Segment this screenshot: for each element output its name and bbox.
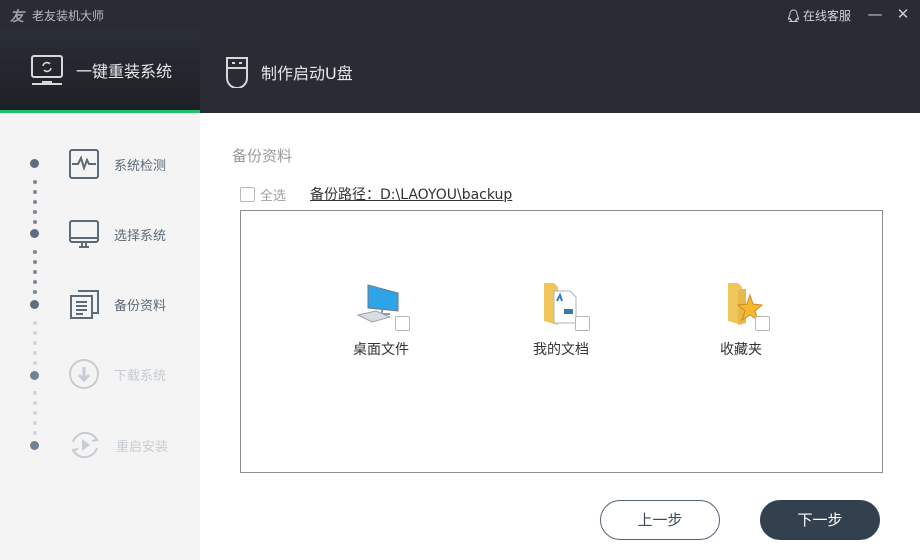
- step-dot: [30, 371, 39, 380]
- step-connector-dot: [33, 290, 37, 294]
- step-connector-dot: [33, 200, 37, 204]
- step-label: 下载系统: [114, 368, 167, 384]
- step-dot: [30, 229, 39, 238]
- checkbox[interactable]: [240, 187, 255, 202]
- select-all-label: 全选: [260, 189, 287, 204]
- restart-icon: [71, 431, 99, 459]
- monitor-icon: [69, 220, 99, 248]
- step-connector-dot: [33, 331, 37, 335]
- step-label: 重启安装: [116, 439, 169, 455]
- step-connector-dot: [33, 270, 37, 274]
- app-title: 老友装机大师: [32, 9, 105, 23]
- backup-path-link[interactable]: 备份路径：D:\LAOYOU\backup: [310, 184, 512, 204]
- step-restart-install: 重启安装: [68, 428, 168, 462]
- minimize-button[interactable]: —: [864, 3, 886, 25]
- backup-panel: 备份资料 全选 备份路径：D:\LAOYOU\backup 桌面文件 我的文档 …: [200, 113, 920, 560]
- step-dot: [30, 300, 39, 309]
- app-logo: 友: [10, 9, 24, 25]
- documents-checkbox[interactable]: [575, 316, 590, 331]
- qq-icon: [787, 8, 800, 22]
- previous-step-button[interactable]: 上一步: [600, 500, 720, 540]
- main-tabs: 一键重装系统 制作启动U盘: [0, 30, 920, 113]
- step-connector-dot: [33, 220, 37, 224]
- tab-make-usb[interactable]: 制作启动U盘: [225, 30, 353, 113]
- customer-service-link[interactable]: 在线客服: [787, 7, 851, 24]
- step-connector-dot: [33, 210, 37, 214]
- step-connector-dot: [33, 431, 37, 435]
- item-label: 桌面文件: [353, 342, 409, 358]
- step-connector-dot: [33, 341, 37, 345]
- monitor-refresh-icon: [31, 55, 63, 85]
- step-connector-dot: [33, 361, 37, 365]
- desktop-checkbox[interactable]: [395, 316, 410, 331]
- step-connector-dot: [33, 321, 37, 325]
- backup-items-box: 桌面文件 我的文档 收藏夹: [240, 210, 883, 473]
- favorites-checkbox[interactable]: [755, 316, 770, 331]
- pulse-monitor-icon: [69, 149, 99, 179]
- step-connector-dot: [33, 411, 37, 415]
- step-backup-data: 备份资料: [68, 288, 166, 320]
- close-button[interactable]: ✕: [892, 3, 914, 25]
- step-select-system: 选择系统: [68, 218, 166, 250]
- documents-icon: [70, 290, 99, 319]
- customer-service-label: 在线客服: [803, 9, 852, 23]
- item-label: 收藏夹: [720, 342, 762, 358]
- step-system-check: 系统检测: [68, 148, 166, 180]
- select-all-checkbox[interactable]: 全选: [240, 185, 286, 204]
- step-label: 系统检测: [114, 158, 167, 174]
- tab-label: 制作启动U盘: [261, 63, 353, 83]
- backup-item-documents[interactable]: 我的文档: [506, 281, 616, 359]
- step-download-system: 下载系统: [68, 358, 166, 390]
- download-icon: [69, 359, 99, 389]
- step-connector-dot: [33, 391, 37, 395]
- backup-item-desktop[interactable]: 桌面文件: [326, 281, 436, 359]
- item-label: 我的文档: [533, 342, 589, 358]
- step-connector-dot: [33, 401, 37, 405]
- step-connector-dot: [33, 180, 37, 184]
- step-connector-dot: [33, 280, 37, 284]
- step-sidebar: 系统检测 选择系统 备份资料 下载系统 重启安装: [0, 113, 200, 560]
- step-connector-dot: [33, 250, 37, 254]
- step-dot: [30, 441, 39, 450]
- step-connector-dot: [33, 351, 37, 355]
- tab-label: 一键重装系统: [76, 62, 173, 81]
- tab-one-click-reinstall[interactable]: 一键重装系统: [0, 30, 200, 113]
- step-dot: [30, 159, 39, 168]
- backup-item-favorites[interactable]: 收藏夹: [686, 281, 796, 359]
- step-connector-dot: [33, 260, 37, 264]
- next-step-button[interactable]: 下一步: [760, 500, 880, 540]
- usb-drive-icon: [226, 56, 248, 88]
- page-title: 备份资料: [232, 147, 293, 165]
- step-label: 选择系统: [114, 228, 167, 244]
- step-connector-dot: [33, 421, 37, 425]
- step-connector-dot: [33, 190, 37, 194]
- step-label: 备份资料: [114, 298, 167, 314]
- title-bar: 友 老友装机大师 在线客服 — ✕: [0, 0, 920, 30]
